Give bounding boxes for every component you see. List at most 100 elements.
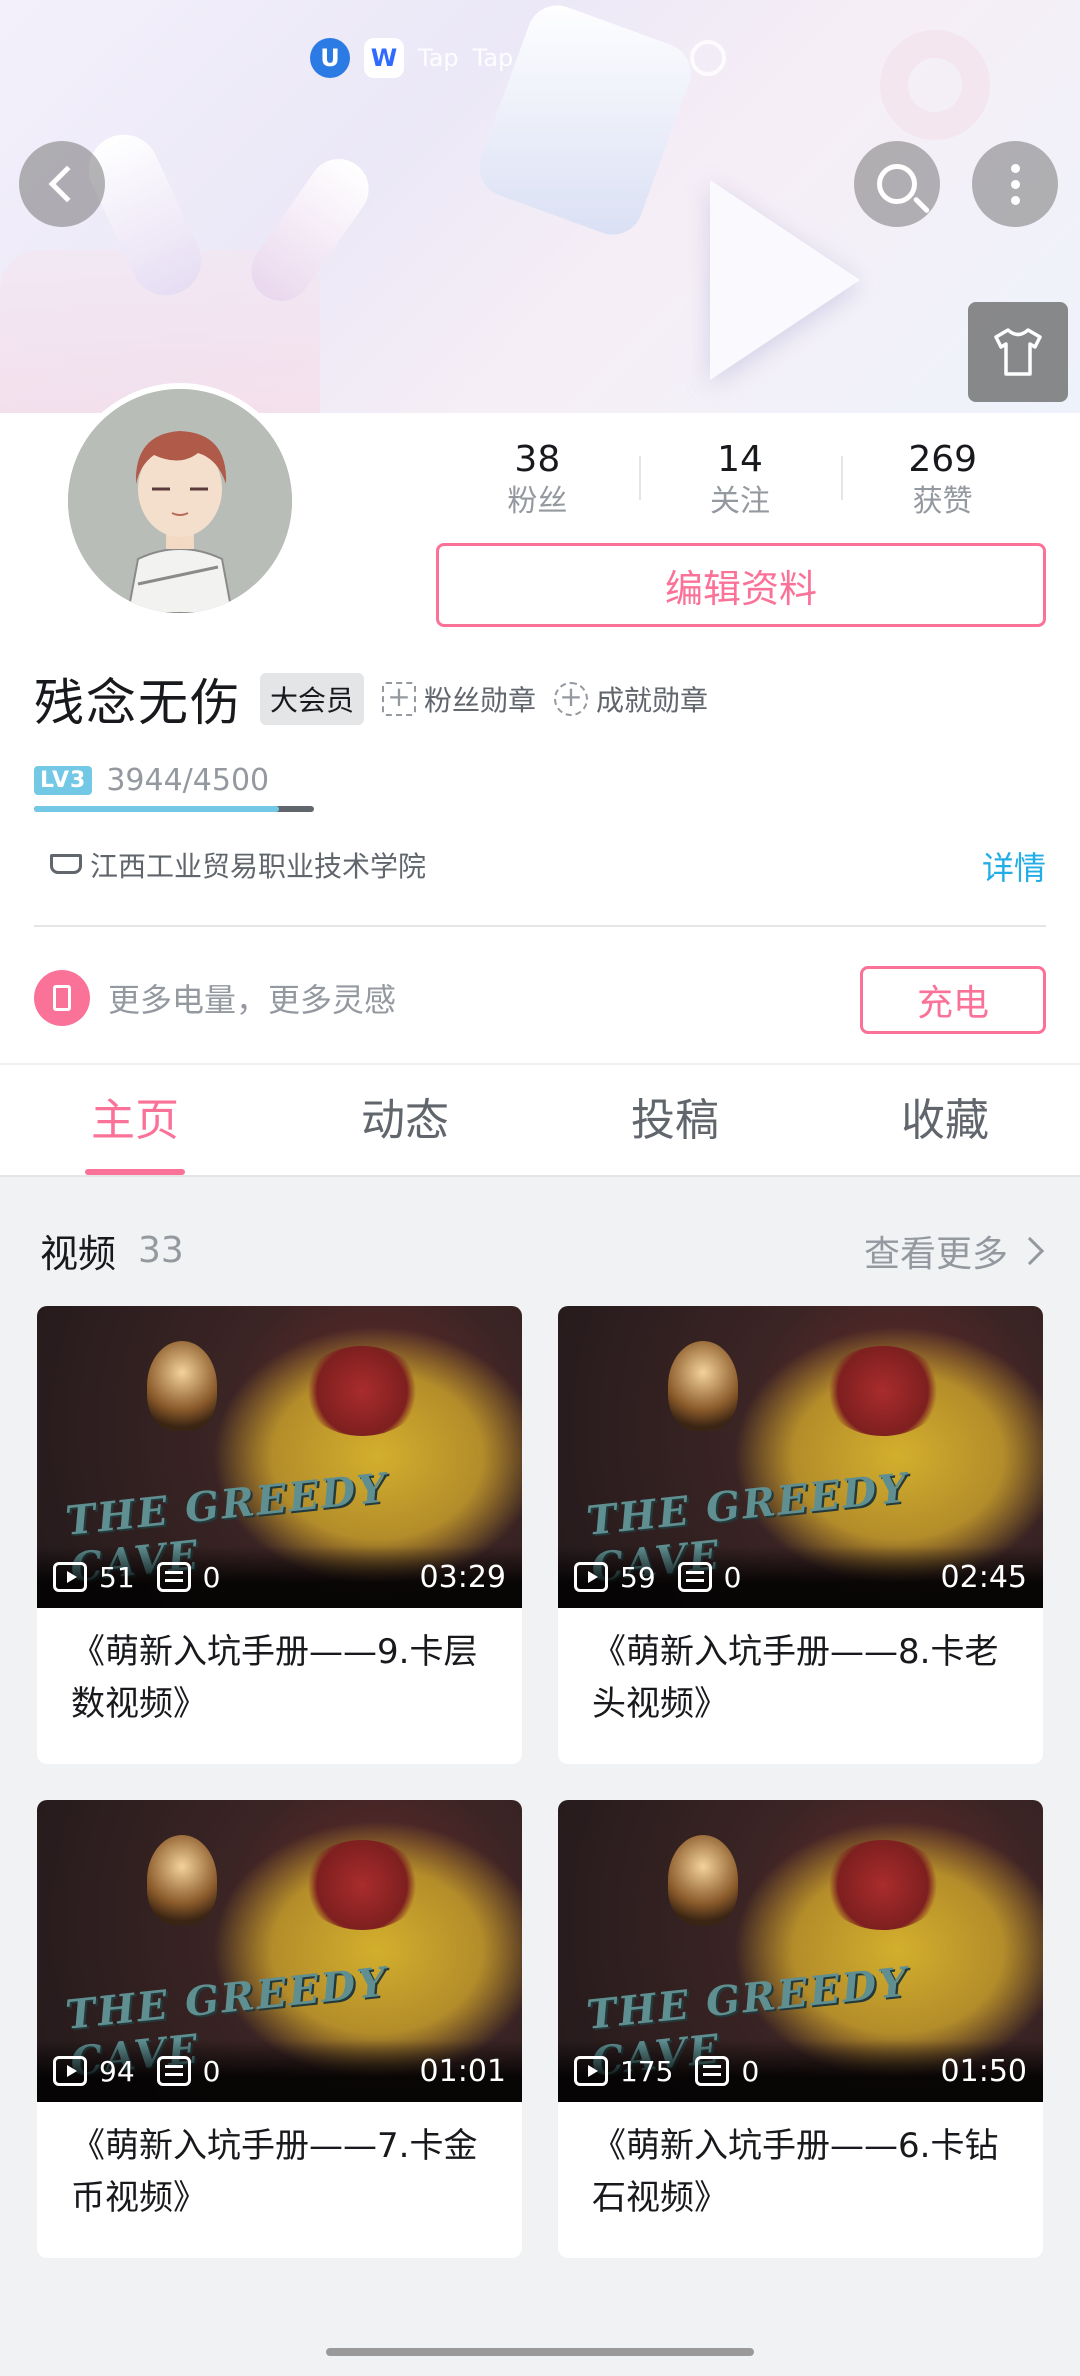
see-more-label: 查看更多 (863, 1234, 1008, 1275)
play-count-icon (53, 1562, 87, 1592)
tab-home[interactable]: 主页 (0, 1065, 270, 1175)
stat-following[interactable]: 14 关注 (638, 438, 842, 519)
banner-shape (880, 30, 990, 140)
stat-number: 269 (908, 439, 978, 480)
add-medal-icon (382, 680, 417, 716)
video-title: 《萌新入坑手册——9.卡层数视频》 (71, 1632, 478, 1724)
thumbnail-art (147, 1835, 217, 1925)
thumbnail-art (823, 1346, 943, 1436)
achievement-medal-label: 成就勋章 (596, 684, 709, 717)
thumbnail-art (147, 1341, 217, 1431)
status-bar: U W Tap Tap (310, 38, 513, 78)
school-name: 江西工业贸易职业技术学院 (90, 850, 427, 883)
video-card[interactable]: THE GREEDY CAVE 51 0 03:29 《萌新入坑手册——9.卡层… (37, 1306, 522, 1764)
edit-profile-button[interactable]: 编辑资料 (436, 543, 1046, 627)
danmaku-icon (156, 2056, 191, 2086)
profile-tabs: 主页 动态 投稿 收藏 (0, 1065, 1080, 1177)
status-app-icon: W (364, 38, 404, 78)
level-badge: LV3 (34, 766, 93, 795)
play-count: 59 (620, 1560, 656, 1594)
search-icon (877, 164, 917, 204)
video-duration: 03:29 (419, 1559, 506, 1595)
video-stats-bar: 94 0 01:01 (37, 2040, 522, 2102)
status-text: Tap (472, 44, 514, 72)
thumbnail-art (302, 1346, 422, 1436)
charge-button[interactable]: 充电 (860, 966, 1046, 1034)
danmaku-count: 0 (723, 1560, 742, 1594)
status-text: Tap (418, 44, 459, 72)
stat-likes[interactable]: 269 获赞 (841, 438, 1044, 519)
video-title: 《萌新入坑手册——6.卡钻石视频》 (592, 2126, 999, 2218)
username: 残念无伤 (34, 674, 242, 732)
video-stats-bar: 51 0 03:29 (37, 1546, 522, 1608)
more-button[interactable] (972, 141, 1058, 227)
danmaku-count: 0 (202, 1560, 221, 1594)
charge-text: 更多电量，更多灵感 (108, 981, 397, 1019)
details-link[interactable]: 详情 (982, 843, 1046, 889)
avatar[interactable] (62, 383, 298, 619)
stat-number: 38 (514, 439, 561, 480)
back-button[interactable] (19, 141, 105, 227)
video-stats-bar: 175 0 01:50 (558, 2040, 1043, 2102)
play-count: 51 (99, 1560, 135, 1594)
tab-uploads[interactable]: 投稿 (540, 1065, 810, 1175)
chevron-left-icon (48, 165, 86, 203)
stat-label: 粉丝 (507, 484, 568, 519)
video-thumbnail: THE GREEDY CAVE 94 0 01:01 (37, 1800, 522, 2102)
avatar-illustration (68, 389, 292, 613)
level-progress-text: 3944/4500 (106, 763, 270, 798)
stat-number: 14 (717, 439, 763, 480)
vip-badge[interactable]: 大会员 (260, 673, 365, 725)
stat-label: 获赞 (912, 484, 973, 519)
fan-medal-label: 粉丝勋章 (424, 684, 537, 717)
profile-stats: 38 粉丝 14 关注 269 获赞 (436, 438, 1044, 519)
video-duration: 01:50 (940, 2053, 1027, 2089)
level-row[interactable]: LV3 3944/4500 (34, 763, 269, 798)
name-row: 残念无伤 大会员 粉丝勋章 成就勋章 (34, 663, 708, 735)
thumbnail-art (668, 1835, 738, 1925)
add-achievement-icon (554, 680, 589, 716)
play-count: 94 (99, 2054, 135, 2088)
fan-medal[interactable]: 粉丝勋章 (382, 679, 536, 719)
play-count-icon (53, 2056, 87, 2086)
video-stats-bar: 59 0 02:45 (558, 1546, 1043, 1608)
video-thumbnail: THE GREEDY CAVE 175 0 01:50 (558, 1800, 1043, 2102)
alarm-icon (690, 40, 726, 76)
video-thumbnail: THE GREEDY CAVE 59 0 02:45 (558, 1306, 1043, 1608)
banner-shape (470, 0, 700, 244)
achievement-medal[interactable]: 成就勋章 (554, 679, 708, 719)
see-more-link[interactable]: 查看更多 (863, 1225, 1045, 1277)
thumbnail-art (302, 1840, 422, 1930)
danmaku-icon (695, 2056, 730, 2086)
thumbnail-art (823, 1840, 943, 1930)
danmaku-icon (156, 1562, 191, 1592)
level-progress-fill (34, 806, 280, 812)
video-card[interactable]: THE GREEDY CAVE 59 0 02:45 《萌新入坑手册——8.卡老… (558, 1306, 1043, 1764)
status-app-icon: U (310, 38, 350, 78)
dress-up-button[interactable] (968, 302, 1068, 402)
video-title: 《萌新入坑手册——8.卡老头视频》 (592, 1632, 999, 1724)
videos-section-header: 视频 33 查看更多 (40, 1225, 1045, 1277)
danmaku-count: 0 (741, 2054, 760, 2088)
video-thumbnail: THE GREEDY CAVE 51 0 03:29 (37, 1306, 522, 1608)
video-title: 《萌新入坑手册——7.卡金币视频》 (71, 2126, 478, 2218)
section-title: 视频 (40, 1231, 117, 1276)
chevron-right-icon (1015, 1236, 1045, 1266)
stat-fans[interactable]: 38 粉丝 (436, 438, 639, 519)
divider (34, 925, 1046, 927)
tab-favorites[interactable]: 收藏 (810, 1065, 1080, 1175)
profile-card: 38 粉丝 14 关注 269 获赞 编辑资料 残念无伤 大会员 粉丝勋章 成就… (0, 383, 1080, 1063)
section-count: 33 (138, 1229, 184, 1271)
video-duration: 01:01 (419, 2053, 506, 2089)
video-card[interactable]: THE GREEDY CAVE 94 0 01:01 《萌新入坑手册——7.卡金… (37, 1800, 522, 2258)
video-card[interactable]: THE GREEDY CAVE 175 0 01:50 《萌新入坑手册——6.卡… (558, 1800, 1043, 2258)
search-button[interactable] (854, 141, 940, 227)
danmaku-count: 0 (202, 2054, 221, 2088)
graduation-cap-icon (50, 854, 80, 876)
more-vertical-icon (1010, 163, 1020, 205)
stat-label: 关注 (710, 484, 770, 519)
video-duration: 02:45 (940, 1559, 1027, 1595)
level-progress-bar (34, 806, 314, 812)
tab-dynamic[interactable]: 动态 (270, 1065, 540, 1175)
play-count: 175 (620, 2054, 674, 2088)
